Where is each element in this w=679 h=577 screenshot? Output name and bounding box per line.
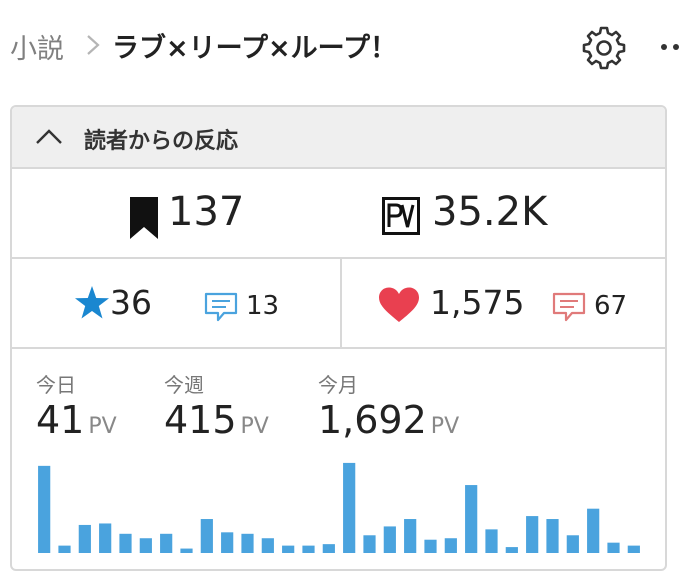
header: 小説 ラブ×リープ×ループ！ <box>0 0 679 95</box>
comment-icon[interactable] <box>552 292 586 322</box>
chart-bar <box>200 519 213 553</box>
panel-title: 読者からの反応 <box>84 129 239 154</box>
chart-bar <box>58 545 71 553</box>
chart-bar <box>282 545 295 553</box>
chart-bar <box>221 532 234 553</box>
chart-bar <box>99 523 112 553</box>
heart-icon <box>379 287 419 322</box>
chart-bar <box>261 538 274 553</box>
bookmark-count: 137 <box>168 189 245 235</box>
totals-row: 137 35.2K <box>12 169 665 259</box>
pv-icon <box>382 197 420 235</box>
pv-total: 35.2K <box>432 189 548 235</box>
chart-bar <box>119 533 132 553</box>
reactions-row: 36 13 1,575 67 <box>12 259 665 349</box>
stat-label: 今日 <box>36 373 76 397</box>
chart-bar <box>587 508 600 553</box>
chart-bar <box>526 516 539 553</box>
chart-bar <box>627 545 640 553</box>
chart-bar <box>241 533 254 553</box>
stat-unit: PV <box>430 414 460 439</box>
panel-header[interactable]: 読者からの反応 <box>12 107 665 169</box>
chart-bar <box>404 519 417 553</box>
more-icon[interactable] <box>660 43 679 51</box>
chart-bar <box>505 547 518 553</box>
chart-bar <box>180 548 193 553</box>
chart-bar <box>322 544 335 553</box>
chart-bar <box>78 524 91 553</box>
chevron-up-icon[interactable] <box>34 127 64 147</box>
stat-unit: PV <box>240 414 269 439</box>
chart-bar <box>38 465 51 553</box>
star-count: 36 <box>110 283 152 322</box>
star-icon <box>75 286 109 319</box>
chart-bar <box>546 519 559 553</box>
chart-bar <box>302 545 315 553</box>
chart-bar <box>363 535 376 553</box>
breadcrumb-root[interactable]: 小説 <box>10 27 64 66</box>
chart-bar <box>465 485 478 553</box>
stat-today: 今日 41 PV <box>36 369 117 442</box>
heart-count: 1,575 <box>430 283 525 322</box>
chart-bar <box>444 538 457 553</box>
stat-value: 41 <box>36 398 85 442</box>
comment-icon[interactable] <box>204 292 238 322</box>
chevron-right-icon <box>87 35 100 55</box>
stat-month: 今月 1,692 PV <box>318 369 459 442</box>
gear-icon[interactable] <box>582 26 626 70</box>
stat-label: 今週 <box>164 373 204 397</box>
chart-bar <box>485 529 498 553</box>
bookmark-icon <box>130 197 158 239</box>
heart-comment-count[interactable]: 67 <box>594 291 627 321</box>
divider <box>340 259 342 347</box>
chart-bar <box>607 542 620 553</box>
chart-bar <box>343 462 356 553</box>
chart-bar <box>160 533 173 553</box>
chart-bar <box>383 526 396 553</box>
stat-label: 今月 <box>318 373 358 397</box>
stat-value: 1,692 <box>318 398 427 442</box>
daily-pv-chart <box>38 462 640 553</box>
stat-unit: PV <box>88 414 117 439</box>
reader-reaction-panel: 読者からの反応 137 35.2K 36 13 1,575 67 今日 41 P… <box>10 105 667 571</box>
chart-bar <box>566 535 579 553</box>
stat-value: 415 <box>164 398 237 442</box>
page-title[interactable]: ラブ×リープ×ループ！ <box>112 26 397 65</box>
stat-week: 今週 415 PV <box>164 369 269 442</box>
chart-bar <box>139 538 152 553</box>
star-comment-count[interactable]: 13 <box>246 291 279 321</box>
chart-bar <box>424 539 437 553</box>
